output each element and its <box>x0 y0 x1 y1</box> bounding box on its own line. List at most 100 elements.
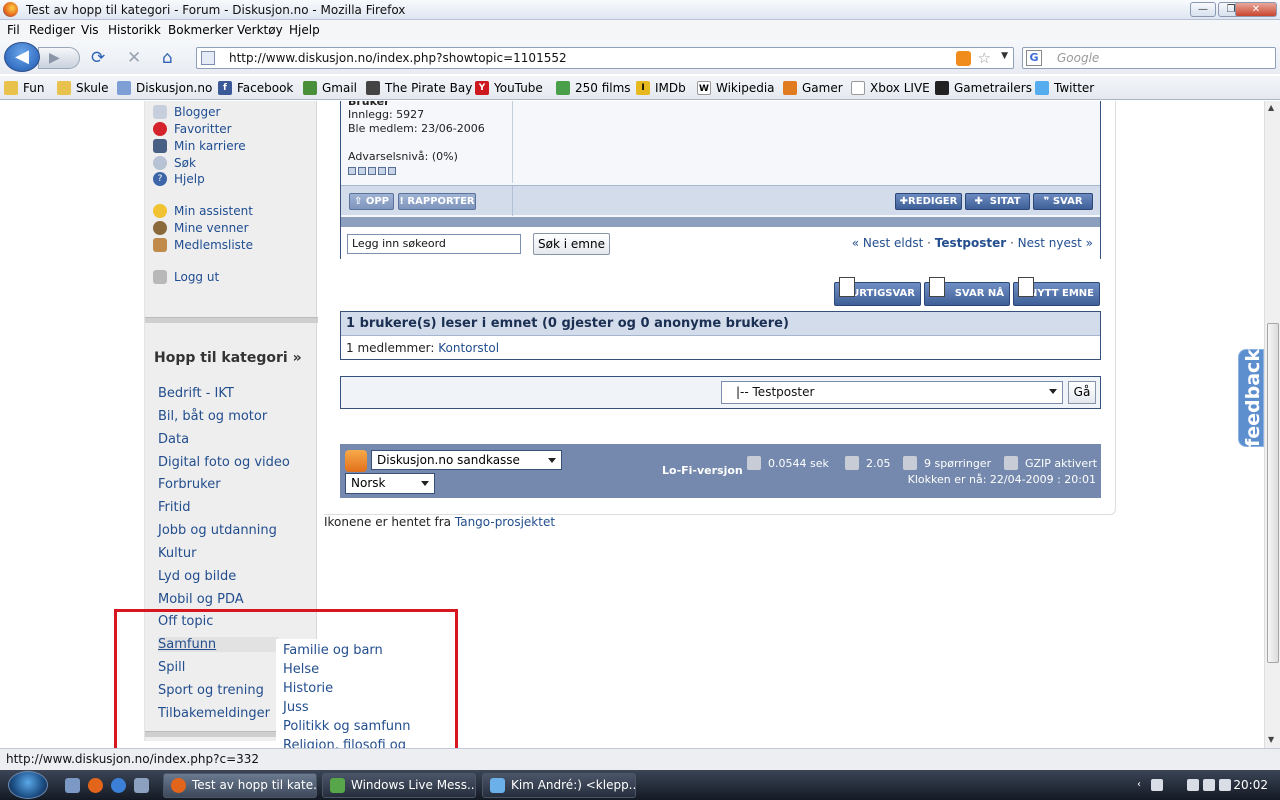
menu-verktoy[interactable]: Verktøy <box>237 23 283 37</box>
scroll-up-icon[interactable]: ▲ <box>1268 103 1274 112</box>
dropdown-arrow-icon <box>1049 389 1057 394</box>
bookmark-skule[interactable]: Skule <box>57 79 109 97</box>
category-data[interactable]: Data <box>158 432 189 447</box>
search-topic-button[interactable]: Søk i emne <box>533 233 610 255</box>
newer-topic-link[interactable]: Nest nyest » <box>1018 236 1093 250</box>
category-bil-bat-motor[interactable]: Bil, båt og motor <box>158 409 267 424</box>
bookmark-facebook[interactable]: f Facebook <box>218 79 293 97</box>
jump-to-category-title[interactable]: Hopp til kategori » <box>154 350 302 366</box>
reply-button[interactable]: ❞ SVAR <box>1033 193 1093 210</box>
task-chat[interactable]: Kim André:) <klepp... <box>482 773 636 798</box>
tray-icon[interactable] <box>1151 779 1163 791</box>
category-jobb-utdanning[interactable]: Jobb og utdanning <box>158 523 277 538</box>
category-lyd-bilde[interactable]: Lyd og bilde <box>158 569 236 584</box>
scroll-thumb[interactable] <box>1267 323 1279 663</box>
page-content: Blogger Favoritter Min karriere Søk ? Hje… <box>0 101 1264 748</box>
menu-historikk[interactable]: Historikk <box>108 23 161 37</box>
bookmark-youtube[interactable]: Y YouTube <box>475 79 543 97</box>
show-desktop-icon[interactable] <box>65 778 80 793</box>
battery-icon[interactable] <box>1187 779 1199 791</box>
menu-rediger[interactable]: Rediger <box>29 23 75 37</box>
site-favicon <box>201 51 215 65</box>
sidebar-link-logg-ut[interactable]: Logg ut <box>153 270 219 284</box>
sidebar-link-blogger[interactable]: Blogger <box>153 105 220 119</box>
language-select[interactable]: Norsk <box>345 473 435 494</box>
feedback-tab[interactable]: feedback <box>1238 349 1264 447</box>
warning-box <box>368 167 376 175</box>
bookmark-250films[interactable]: 250 films <box>556 79 631 97</box>
bookmark-imdb[interactable]: I IMDb <box>636 79 686 97</box>
go-button[interactable]: Gå <box>1068 381 1096 404</box>
back-button[interactable]: ◀ <box>4 42 40 72</box>
stop-icon[interactable]: ✕ <box>127 48 141 68</box>
menu-vis[interactable]: Vis <box>81 23 99 37</box>
forward-button[interactable]: ▶ <box>38 47 80 69</box>
sidebar-link-favoritter[interactable]: Favoritter <box>153 122 232 136</box>
reload-icon[interactable]: ⟳ <box>91 48 105 68</box>
skin-select[interactable]: Diskusjon.no sandkasse <box>371 450 562 470</box>
bookmark-twitter[interactable]: Twitter <box>1035 79 1094 97</box>
sidebar-link-sok[interactable]: Søk <box>153 156 196 170</box>
bookmark-fun[interactable]: Fun <box>4 79 44 97</box>
reply-now-button[interactable]: SVAR NÅ <box>924 277 1010 306</box>
switch-windows-icon[interactable] <box>134 778 149 793</box>
sidebar-link-min-assistent[interactable]: Min assistent <box>153 204 253 218</box>
network-icon[interactable] <box>1203 779 1215 791</box>
up-button[interactable]: ⇧ OPP <box>349 193 394 210</box>
bookmark-star-icon[interactable]: ☆ <box>978 49 991 67</box>
bookmark-gametrailers[interactable]: Gametrailers <box>935 79 1032 97</box>
home-icon[interactable]: ⌂ <box>162 48 173 68</box>
category-mobil-pda[interactable]: Mobil og PDA <box>158 592 244 607</box>
ie-launch-icon[interactable] <box>111 778 126 793</box>
new-topic-button[interactable]: NYTT EMNE <box>1013 277 1100 306</box>
menu-fil[interactable]: Fil <box>7 23 20 37</box>
volume-icon[interactable] <box>1219 779 1231 791</box>
category-digital-foto[interactable]: Digital foto og video <box>158 455 290 470</box>
bookmark-diskusjon[interactable]: Diskusjon.no <box>117 79 212 97</box>
current-forum-link[interactable]: Testposter <box>935 236 1006 250</box>
minimize-button[interactable]: — <box>1190 2 1216 17</box>
sidebar-link-medlemsliste[interactable]: Medlemsliste <box>153 238 253 252</box>
bookmark-piratebay[interactable]: The Pirate Bay <box>366 79 472 97</box>
sidebar-link-mine-venner[interactable]: Mine venner <box>153 221 249 235</box>
firefox-launch-icon[interactable] <box>88 778 103 793</box>
sidebar-link-min-karriere[interactable]: Min karriere <box>153 139 246 153</box>
twitter-icon <box>1035 81 1049 95</box>
forum-jump-select[interactable]: |-- Testposter <box>721 381 1063 404</box>
url-bar[interactable]: http://www.diskusjon.no/index.php?showto… <box>196 47 1014 69</box>
edit-button[interactable]: ✚REDIGER <box>895 193 962 210</box>
member-link[interactable]: Kontorstol <box>438 341 499 355</box>
search-bar[interactable]: G Google <box>1022 47 1276 69</box>
bookmark-gamer[interactable]: Gamer <box>783 79 843 97</box>
pirate-ship-icon <box>366 81 380 95</box>
menu-bokmerker[interactable]: Bokmerker <box>168 23 233 37</box>
tray-expand-icon[interactable]: ‹ <box>1137 779 1145 791</box>
google-engine-icon[interactable]: G <box>1026 50 1042 66</box>
quick-reply-button[interactable]: HURTIGSVAR <box>834 277 921 306</box>
close-window-button[interactable]: ✕ <box>1235 2 1277 17</box>
warning-level: Advarselsnivå: (0%) <box>348 150 458 163</box>
rss-icon[interactable] <box>345 450 367 472</box>
bookmark-xboxlive[interactable]: Xbox LIVE <box>851 79 930 97</box>
bookmark-gmail[interactable]: Gmail <box>303 79 357 97</box>
older-topic-link[interactable]: « Nest eldst <box>852 236 924 250</box>
start-button[interactable] <box>8 771 48 799</box>
scroll-down-icon[interactable]: ▼ <box>1268 735 1274 744</box>
quote-button[interactable]: ✚ SITAT <box>965 193 1030 210</box>
category-bedrift-ikt[interactable]: Bedrift - IKT <box>158 386 234 401</box>
page-scrollbar[interactable]: ▲ ▼ <box>1264 101 1280 748</box>
keyword-input[interactable]: Legg inn søkeord <box>347 234 521 254</box>
url-dropdown-icon[interactable]: ▼ <box>1001 51 1008 61</box>
lofi-link[interactable]: Lo-Fi-versjon <box>662 464 743 477</box>
category-fritid[interactable]: Fritid <box>158 500 190 515</box>
sidebar-link-hjelp[interactable]: ? Hjelp <box>153 172 205 186</box>
category-kultur[interactable]: Kultur <box>158 546 196 561</box>
task-firefox[interactable]: Test av hopp til kate... <box>163 773 317 798</box>
report-button[interactable]: ! RAPPORTER <box>398 193 476 210</box>
menu-hjelp[interactable]: Hjelp <box>289 23 320 37</box>
task-messenger[interactable]: Windows Live Mess... <box>322 773 476 798</box>
category-forbruker[interactable]: Forbruker <box>158 477 221 492</box>
tango-link[interactable]: Tango-prosjektet <box>455 515 555 529</box>
bookmark-wikipedia[interactable]: W Wikipedia <box>697 79 775 97</box>
rss-feed-icon[interactable] <box>956 51 971 66</box>
